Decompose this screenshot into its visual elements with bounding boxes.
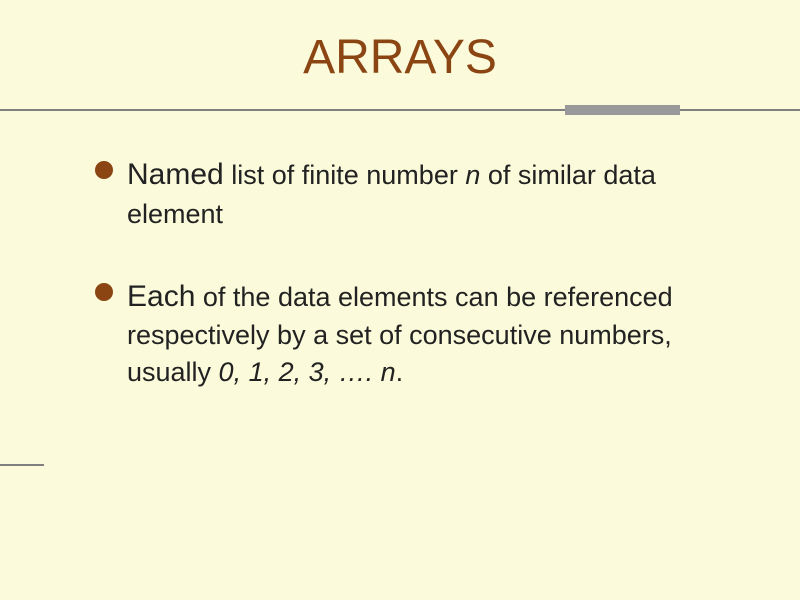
left-edge-mark — [0, 464, 44, 466]
slide-content: Named list of finite number n of similar… — [0, 115, 800, 390]
divider-line — [0, 109, 800, 111]
divider-accent — [565, 105, 680, 115]
bullet-emphasis: 0, 1, 2, 3, …. n — [219, 357, 396, 387]
bullet-item: Named list of finite number n of similar… — [95, 155, 710, 232]
bullet-text: list of finite number — [224, 160, 466, 190]
bullet-icon — [95, 161, 113, 179]
bullet-icon — [95, 283, 113, 301]
bullet-emphasis: n — [465, 160, 480, 190]
bullet-item: Each of the data elements can be referen… — [95, 277, 710, 390]
bullet-first-word: Named — [127, 158, 224, 191]
bullet-first-word: Each — [127, 280, 195, 313]
slide-title: ARRAYS — [0, 0, 800, 95]
bullet-text: . — [396, 357, 404, 387]
title-divider — [0, 105, 800, 115]
